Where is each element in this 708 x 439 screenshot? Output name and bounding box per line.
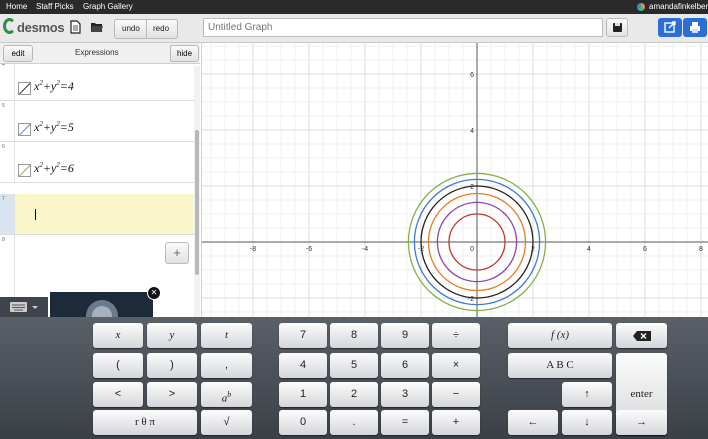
nav-home-link[interactable]: Home	[6, 2, 27, 11]
new-document-icon[interactable]	[68, 20, 82, 34]
x-tick-label: -10	[201, 246, 202, 253]
y-tick-label: -2	[468, 296, 474, 303]
key-left-arrow[interactable]: ←	[508, 410, 558, 435]
x-tick-label: 6	[643, 246, 647, 253]
x-tick-label: 4	[587, 246, 591, 253]
key-decimal[interactable]: .	[330, 410, 378, 435]
key-9[interactable]: 9	[381, 323, 429, 348]
x-tick-label: 8	[699, 246, 703, 253]
expression-number: 7	[2, 196, 5, 202]
key-0[interactable]: 0	[279, 410, 327, 435]
key-function[interactable]: f (x)	[508, 323, 612, 348]
x-tick-label: -4	[362, 246, 368, 253]
key-divide[interactable]: ÷	[432, 323, 480, 348]
graph-toggle-icon[interactable]	[18, 164, 31, 177]
expression-row-6[interactable]: 6 x2+y2=6	[0, 142, 194, 183]
share-button[interactable]	[658, 18, 682, 37]
save-button[interactable]	[606, 18, 628, 37]
expression-math[interactable]: x2+y2=5	[34, 120, 74, 135]
expression-list: 4 x2+y2=4 5 x2+y2=5 6 x2+y2=6 7 8	[0, 64, 194, 317]
key-greater-than[interactable]: >	[147, 382, 197, 407]
key-y[interactable]: y	[147, 323, 197, 348]
key-3[interactable]: 3	[381, 382, 429, 407]
undo-redo-group: undo redo	[114, 19, 178, 39]
key-multiply[interactable]: ×	[432, 353, 480, 378]
key-plus[interactable]: +	[432, 410, 480, 435]
google-drive-icon	[637, 3, 645, 11]
expression-math[interactable]: x2+y2=6	[34, 161, 74, 176]
key-power[interactable]: ab	[201, 382, 252, 407]
y-tick-label: 6	[470, 72, 474, 79]
graph-canvas[interactable]: -10 -8 -6 -4 -2 0 2 4 6 8 6 4 2 -2	[201, 43, 708, 318]
username-link[interactable]: amandafinkelberg	[649, 2, 708, 11]
expressions-title: Expressions	[75, 48, 119, 57]
print-button[interactable]	[683, 18, 707, 37]
key-up-arrow[interactable]: ↑	[562, 382, 612, 407]
key-close-paren[interactable]: )	[147, 353, 197, 378]
key-2[interactable]: 2	[330, 382, 378, 407]
key-equals[interactable]: =	[381, 410, 429, 435]
text-caret	[35, 209, 36, 220]
key-1[interactable]: 1	[279, 382, 327, 407]
undo-button[interactable]: undo	[122, 24, 140, 33]
keyboard-toggle[interactable]	[0, 297, 48, 317]
key-backspace[interactable]	[616, 323, 667, 348]
y-tick-label: 4	[470, 128, 474, 135]
redo-button[interactable]: redo	[153, 24, 169, 33]
nav-staff-picks-link[interactable]: Staff Picks	[36, 2, 74, 11]
key-comma[interactable]: ,	[201, 353, 252, 378]
key-5[interactable]: 5	[330, 353, 378, 378]
top-nav: Home Staff Picks Graph Gallery amandafin…	[0, 0, 708, 14]
math-keypad: x y t ( ) , < > ab r θ π √ 7 8 9 ÷ 4 5 6…	[0, 317, 708, 439]
graph-title-input[interactable]	[203, 18, 603, 37]
key-less-than[interactable]: <	[93, 382, 143, 407]
key-7[interactable]: 7	[279, 323, 327, 348]
open-folder-icon[interactable]	[90, 20, 104, 34]
key-x[interactable]: x	[93, 323, 143, 348]
expression-number: 6	[2, 144, 5, 150]
x-tick-label: -2	[418, 246, 424, 253]
key-minus[interactable]: −	[432, 382, 480, 407]
expression-number: 4	[2, 64, 5, 68]
keyboard-icon	[10, 302, 38, 312]
share-icon	[664, 21, 676, 33]
add-expression-button[interactable]: +	[165, 242, 189, 264]
graph-toggle-icon[interactable]	[18, 82, 31, 95]
key-6[interactable]: 6	[381, 353, 429, 378]
graph-toggle-icon[interactable]	[18, 123, 31, 136]
x-tick-label: 0	[470, 246, 474, 253]
print-icon	[690, 22, 700, 33]
desmos-logo: desmos	[17, 20, 65, 35]
key-right-arrow[interactable]: →	[616, 410, 667, 435]
x-tick-label: 2	[531, 246, 535, 253]
desmos-logo-icon	[3, 18, 16, 34]
close-video-icon[interactable]: ✕	[147, 286, 161, 300]
key-4[interactable]: 4	[279, 353, 327, 378]
key-t[interactable]: t	[201, 323, 252, 348]
expression-math[interactable]: x2+y2=4	[34, 79, 74, 94]
expression-gutter	[0, 64, 15, 100]
expression-row-4[interactable]: 4 x2+y2=4	[0, 64, 194, 101]
key-abc[interactable]: A B C	[508, 353, 612, 378]
key-down-arrow[interactable]: ↓	[562, 410, 612, 435]
save-disk-icon	[613, 23, 622, 32]
nav-graph-gallery-link[interactable]: Graph Gallery	[83, 2, 133, 11]
key-r-theta-pi[interactable]: r θ π	[93, 410, 197, 435]
expression-scroll-thumb[interactable]	[195, 130, 199, 275]
expression-number: 5	[2, 103, 5, 109]
expression-row-7-active[interactable]: 7	[0, 194, 194, 235]
edit-button[interactable]: edit	[3, 45, 33, 62]
expression-number: 8	[2, 237, 5, 243]
expression-row-5[interactable]: 5 x2+y2=5	[0, 101, 194, 142]
hide-button[interactable]: hide	[170, 45, 199, 62]
backspace-icon	[632, 331, 651, 341]
video-thumbnail	[86, 300, 118, 318]
y-tick-label: 2	[470, 184, 474, 191]
key-8[interactable]: 8	[330, 323, 378, 348]
x-tick-label: -6	[306, 246, 312, 253]
x-tick-label: -8	[250, 246, 256, 253]
key-open-paren[interactable]: (	[93, 353, 143, 378]
video-overlay[interactable]	[50, 292, 153, 318]
key-sqrt[interactable]: √	[201, 410, 252, 435]
